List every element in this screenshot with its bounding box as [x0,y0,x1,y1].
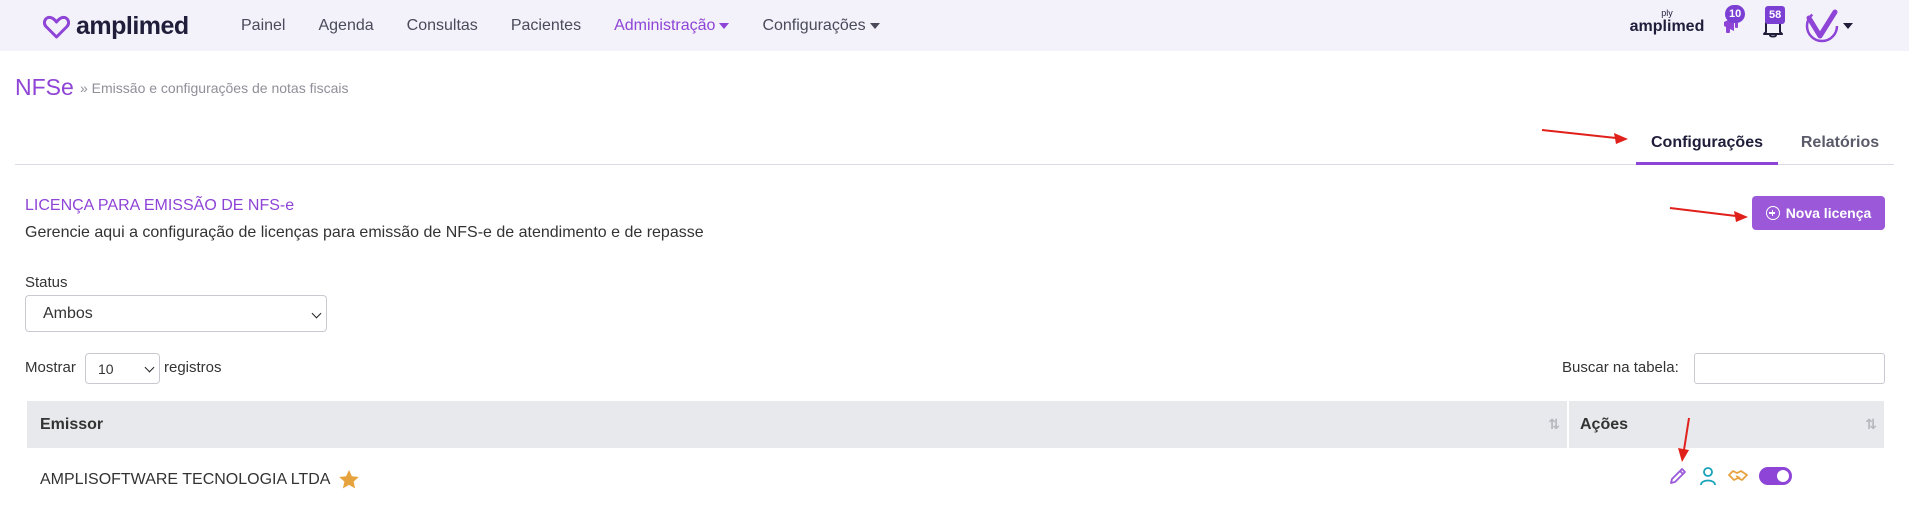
tabs-divider [15,164,1894,165]
alerts-badge: 58 [1765,6,1786,24]
caret-down-icon [869,22,880,29]
nav-painel[interactable]: Painel [241,17,285,35]
heart-logo-icon [43,15,70,38]
section-description: Gerencie aqui a configuração de licenças… [25,224,704,241]
page-size-select[interactable]: 10 [85,353,160,384]
brand-small-bottom: amplimed [1629,18,1705,35]
top-navbar: amplimed Painel Agenda Consultas Pacient… [0,0,1909,51]
table-row: AMPLISOFTWARE TECNOLOGIA LTDA [40,469,360,490]
star-icon[interactable] [338,469,360,490]
user-icon[interactable] [1699,466,1717,486]
nav-configuracoes[interactable]: Configurações [762,16,880,35]
emissor-name: AMPLISOFTWARE TECNOLOGIA LTDA [40,470,331,488]
sort-icon: ⇅ [1865,416,1877,432]
alerts-button[interactable]: 58 [1762,6,1786,43]
pencil-icon[interactable] [1668,466,1688,486]
column-header-label: Ações [1580,415,1629,433]
tab-configuracoes[interactable]: Configurações [1636,134,1778,152]
sort-icon: ⇅ [1548,416,1560,432]
active-toggle[interactable] [1759,467,1792,485]
column-header-emissor[interactable]: Emissor ⇅ [27,401,1567,448]
nav-consultas[interactable]: Consultas [407,17,478,35]
user-menu[interactable] [1803,8,1853,44]
nav-pacientes[interactable]: Pacientes [511,17,581,35]
plus-circle-icon [1765,206,1780,220]
caret-down-icon [719,22,730,29]
column-header-acoes[interactable]: Ações ⇅ [1569,401,1884,448]
notifications-button[interactable]: 10 [1722,5,1746,41]
nav-label: Configurações [762,16,866,34]
page-subtitle: » Emissão e configurações de notas fisca… [80,80,349,96]
nav-label: Pacientes [510,16,582,34]
avatar [1805,9,1839,43]
show-label: Mostrar [25,359,76,376]
search-label: Buscar na tabela: [1562,359,1679,376]
amplimed-logo[interactable]: amplimed [43,12,189,41]
active-tab-indicator [1636,162,1778,165]
table-search-input[interactable] [1694,353,1885,384]
status-select-value: Ambos [43,304,93,322]
new-license-label: Nova licença [1785,205,1872,221]
notifications-badge: 10 [1725,5,1746,23]
chevron-down-icon [311,308,322,319]
brand-small-top: ply [1661,8,1673,18]
main-nav: Painel Agenda Consultas Pacientes Admini… [241,0,913,51]
new-license-button[interactable]: Nova licença [1752,196,1885,230]
nav-administracao[interactable]: Administração [614,16,730,35]
nav-label: Consultas [406,16,478,34]
records-label: registros [164,359,222,376]
page-title: NFSe [15,74,74,100]
page-size-value: 10 [98,360,114,377]
row-actions [1668,466,1792,486]
logo-text: amplimed [76,12,189,40]
chevron-down-icon [144,362,155,373]
nav-agenda[interactable]: Agenda [318,17,373,35]
status-label: Status [25,274,68,291]
tab-relatorios[interactable]: Relatórios [1786,134,1894,152]
column-header-label: Emissor [40,415,104,433]
amplimed-play-brand[interactable]: ply amplimed [1626,8,1708,36]
nav-label: Administração [614,16,716,34]
annotation-arrow-icon [1669,207,1748,222]
caret-down-icon [1843,23,1853,29]
nav-label: Painel [241,16,286,34]
annotation-arrow-icon [1541,129,1628,144]
nav-label: Agenda [318,16,374,34]
handshake-icon[interactable] [1728,466,1748,486]
status-select[interactable]: Ambos [25,295,327,332]
section-title: LICENÇA PARA EMISSÃO DE NFS-e [25,197,295,214]
